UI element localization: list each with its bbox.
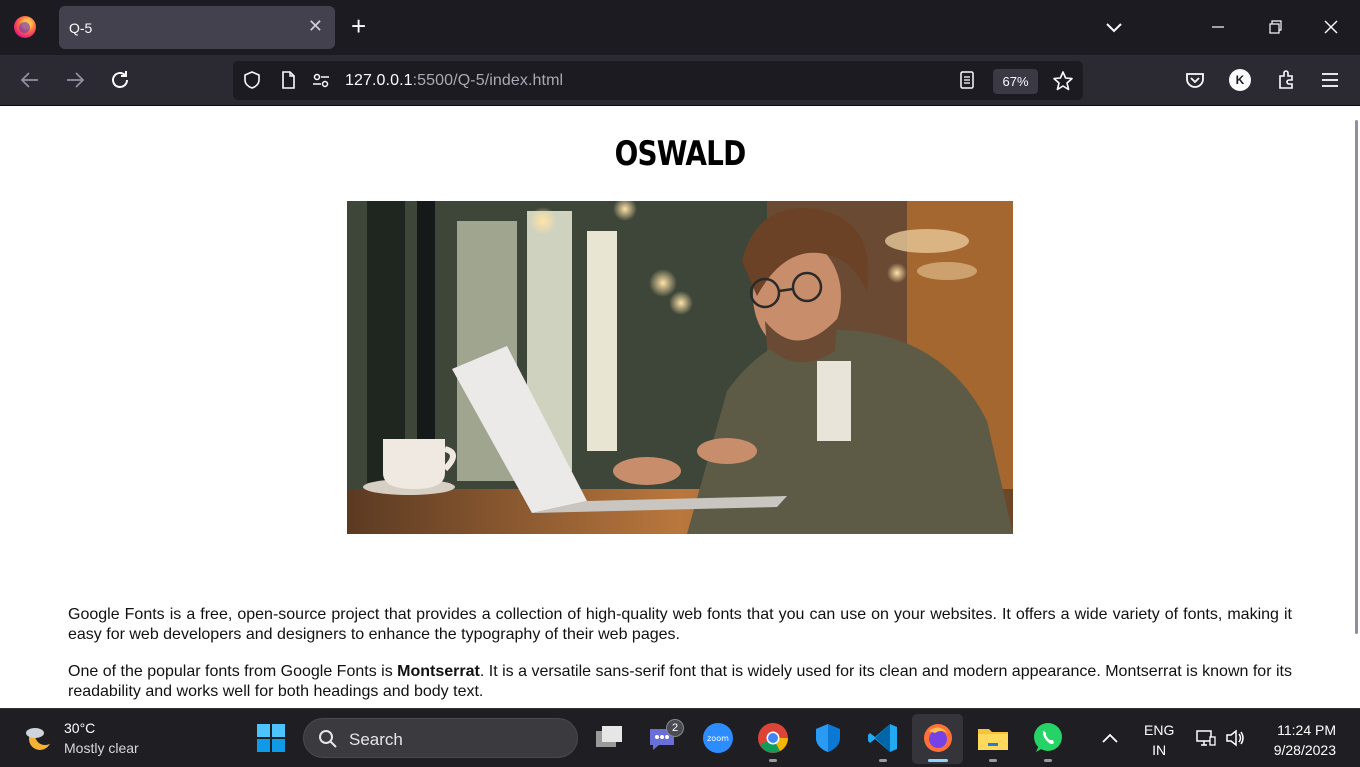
file-explorer-icon[interactable] xyxy=(976,721,1010,755)
new-tab-button[interactable]: + xyxy=(351,12,366,40)
list-all-tabs-icon[interactable] xyxy=(1103,16,1125,38)
clock-date: 9/28/2023 xyxy=(1273,742,1336,758)
paragraph-montserrat: One of the popular fonts from Google Fon… xyxy=(68,662,1292,702)
system-clock[interactable]: 11:24 PM 9/28/2023 xyxy=(1262,720,1336,760)
close-window-button[interactable] xyxy=(1318,14,1344,40)
paragraph-montserrat-start: One of the popular fonts from Google Fon… xyxy=(68,663,398,680)
pocket-icon[interactable] xyxy=(1183,68,1207,92)
bookmark-star-icon[interactable] xyxy=(1052,70,1074,92)
vscode-icon[interactable] xyxy=(866,721,900,755)
language-line2: IN xyxy=(1152,742,1167,758)
volume-icon[interactable] xyxy=(1224,728,1246,748)
tracking-protection-icon[interactable] xyxy=(242,70,262,90)
url-bar[interactable]: 127.0.0.1:5500/Q-5/index.html 67% xyxy=(233,61,1083,100)
task-view-icon[interactable] xyxy=(592,721,626,755)
close-tab-icon[interactable]: ✕ xyxy=(308,16,323,37)
taskbar-search[interactable]: Search xyxy=(303,718,578,758)
windows-start-icon[interactable] xyxy=(254,721,288,755)
search-icon xyxy=(319,730,337,748)
search-label: Search xyxy=(349,730,403,749)
url-path: :5500/Q-5/index.html xyxy=(412,72,564,89)
menu-icon[interactable] xyxy=(1318,68,1342,92)
hero-image-illustration xyxy=(347,201,1013,534)
show-hidden-icons-chevron-up-icon[interactable] xyxy=(1100,730,1120,746)
active-tab[interactable]: Q-5 ✕ xyxy=(59,6,335,49)
input-language[interactable]: ENG IN xyxy=(1144,720,1174,760)
whatsapp-icon[interactable] xyxy=(1031,721,1065,755)
svg-text:zoom: zoom xyxy=(707,734,729,743)
weather-moon-cloud-icon[interactable] xyxy=(24,722,54,752)
permissions-icon[interactable] xyxy=(311,70,331,90)
firefox-active-indicator xyxy=(928,759,948,762)
clock-time: 11:24 PM xyxy=(1277,722,1336,738)
zoom-app-icon[interactable]: zoom xyxy=(701,721,735,755)
url-host: 127.0.0.1 xyxy=(345,72,413,89)
paragraph-intro: Google Fonts is a free, open-source proj… xyxy=(68,606,1292,643)
extensions-icon[interactable] xyxy=(1274,68,1298,92)
tab-title: Q-5 xyxy=(69,20,93,36)
firefox-taskbar-icon[interactable] xyxy=(921,721,955,755)
chrome-running-indicator xyxy=(769,759,777,762)
account-avatar[interactable]: K xyxy=(1229,69,1251,91)
weather-condition[interactable]: Mostly clear xyxy=(64,740,139,756)
taskbar: 30°C Mostly clear Search 2 zoom ENG IN 1… xyxy=(0,708,1360,767)
whatsapp-running-indicator xyxy=(1044,759,1052,762)
firefox-icon[interactable] xyxy=(14,16,36,38)
page-scrollbar[interactable] xyxy=(1355,120,1358,634)
zoom-level-button[interactable]: 67% xyxy=(993,69,1038,94)
defender-shield-icon[interactable] xyxy=(811,721,845,755)
chrome-icon[interactable] xyxy=(756,721,790,755)
reader-view-icon[interactable] xyxy=(957,70,977,90)
forward-icon[interactable] xyxy=(63,68,87,92)
teams-notification-badge: 2 xyxy=(666,719,684,737)
weather-temperature[interactable]: 30°C xyxy=(64,720,95,736)
url-text[interactable]: 127.0.0.1:5500/Q-5/index.html xyxy=(345,72,563,90)
page-content: OSWALD Google Fonts is a free, open-sour… xyxy=(0,106,1360,708)
tab-bar: Q-5 ✕ + xyxy=(0,0,1360,55)
nav-toolbar: 127.0.0.1:5500/Q-5/index.html 67% K xyxy=(0,55,1360,106)
language-line1: ENG xyxy=(1144,722,1175,738)
hero-image xyxy=(347,201,1013,534)
page-info-icon[interactable] xyxy=(278,70,298,90)
minimize-button[interactable] xyxy=(1205,14,1231,40)
explorer-running-indicator xyxy=(989,759,997,762)
montserrat-bold: Montserrat xyxy=(397,663,480,680)
reload-icon[interactable] xyxy=(108,68,132,92)
page-heading: OSWALD xyxy=(614,134,747,174)
vscode-running-indicator xyxy=(879,759,887,762)
network-icon[interactable] xyxy=(1195,728,1217,748)
restore-button[interactable] xyxy=(1262,14,1288,40)
back-icon[interactable] xyxy=(18,68,42,92)
